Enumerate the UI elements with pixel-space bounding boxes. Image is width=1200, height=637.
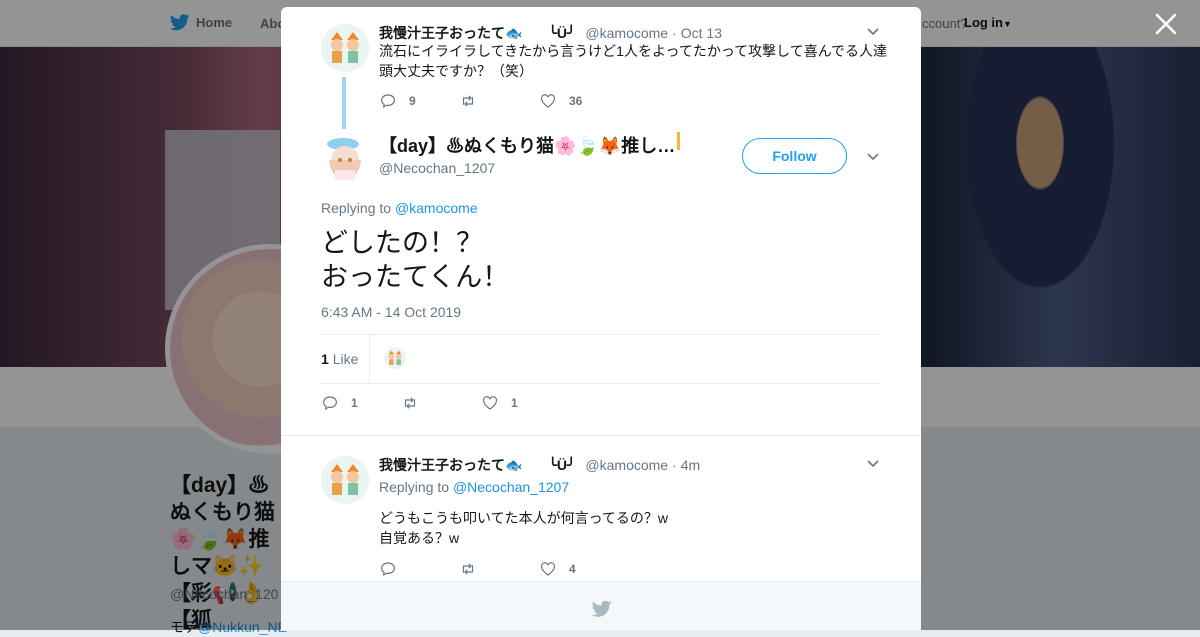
replying-to: Replying to @Necochan_1207 bbox=[379, 479, 569, 495]
replies-divider bbox=[281, 435, 921, 436]
retweet-button[interactable] bbox=[459, 560, 539, 578]
tweet-author-name-text: 【day】♨ぬくもり猫🌸🍃🦊推し… bbox=[379, 136, 676, 156]
stats-divider bbox=[369, 335, 370, 383]
retweet-icon bbox=[404, 397, 416, 409]
tweet-author-name[interactable]: 我慢汁王子おったて🐟 bbox=[379, 455, 522, 475]
likes-stat-count: 1 bbox=[321, 351, 329, 367]
tweet-timestamp[interactable]: 6:43 AM - 14 Oct 2019 bbox=[321, 304, 461, 320]
like-button[interactable]: 4 bbox=[539, 560, 619, 578]
avatar-cat-girl-icon bbox=[321, 134, 369, 182]
likes-stat-label: Like bbox=[332, 351, 359, 367]
tweet-text-line: どうもこうも叩いてた本人が何言ってるの？w bbox=[379, 510, 668, 526]
replying-to-link[interactable]: @Necochan_1207 bbox=[453, 479, 569, 495]
like-count: 1 bbox=[511, 396, 518, 410]
liker-avatar-icon bbox=[384, 347, 406, 369]
follow-button[interactable]: Follow bbox=[742, 138, 847, 174]
retweet-button[interactable] bbox=[401, 394, 481, 412]
tweet-date[interactable]: 4m bbox=[681, 457, 700, 473]
close-icon[interactable] bbox=[1154, 12, 1178, 36]
reply-button[interactable]: 1 bbox=[321, 394, 401, 412]
reply-button[interactable] bbox=[379, 560, 459, 578]
tweet-header: 我慢汁王子おったて🐟 ╰Ü╯ @kamocome · 4m bbox=[379, 455, 700, 475]
retweet-icon bbox=[462, 563, 474, 575]
tweet-stats-bar: 1 Like bbox=[321, 334, 881, 384]
tweet-modal: 我慢汁王子おったて🐟 ╰Ü╯ @kamocome · Oct 13 流石にイライ… bbox=[281, 7, 921, 630]
reply-count: 1 bbox=[351, 396, 358, 410]
liker-avatar[interactable] bbox=[384, 347, 406, 369]
like-button[interactable]: 1 bbox=[481, 394, 561, 412]
replying-to-prefix: Replying to bbox=[379, 479, 453, 495]
tweet-author-handle[interactable]: @Necochan_1207 bbox=[379, 160, 495, 176]
tweet-text: どしたの！？ おったてくん！ bbox=[321, 228, 510, 292]
like-count: 4 bbox=[569, 562, 576, 576]
modal-footer bbox=[281, 581, 921, 630]
name-badge-mark bbox=[677, 132, 681, 150]
twitter-bird-icon bbox=[592, 600, 612, 617]
tweet-avatar[interactable] bbox=[321, 134, 369, 182]
chevron-down-icon[interactable] bbox=[866, 150, 880, 164]
replying-to: Replying to @kamocome bbox=[321, 200, 478, 216]
heart-icon bbox=[483, 396, 497, 410]
tweet-actions: 4 bbox=[379, 560, 619, 578]
tweet-author-emoticon: ╰Ü╯ bbox=[548, 456, 576, 473]
heart-icon bbox=[541, 562, 555, 576]
replying-to-prefix: Replying to bbox=[321, 200, 395, 216]
avatar-characters-icon bbox=[321, 456, 369, 504]
reply-icon bbox=[323, 396, 337, 410]
chevron-down-icon[interactable] bbox=[866, 457, 880, 471]
replying-to-link[interactable]: @kamocome bbox=[395, 200, 478, 216]
reply-icon bbox=[381, 562, 395, 576]
reply-tweet[interactable]: 我慢汁王子おったて🐟 ╰Ü╯ @kamocome · 4m Replying t… bbox=[281, 439, 921, 579]
tweet-avatar[interactable] bbox=[321, 456, 369, 504]
focused-tweet: 【day】♨ぬくもり猫🌸🍃🦊推し… @Necochan_1207 Follow … bbox=[281, 7, 921, 437]
tweet-text: どうもこうも叩いてた本人が何言ってるの？w 自覚ある？w bbox=[379, 508, 889, 548]
likes-stat[interactable]: 1 Like bbox=[321, 351, 358, 367]
tweet-author-handle[interactable]: @kamocome bbox=[585, 457, 668, 473]
tweet-date-separator: · bbox=[672, 457, 677, 473]
tweet-author-name[interactable]: 【day】♨ぬくもり猫🌸🍃🦊推し… bbox=[379, 132, 681, 158]
tweet-text-line: 自覚ある？w bbox=[379, 530, 460, 546]
tweet-actions: 1 1 bbox=[321, 394, 561, 412]
